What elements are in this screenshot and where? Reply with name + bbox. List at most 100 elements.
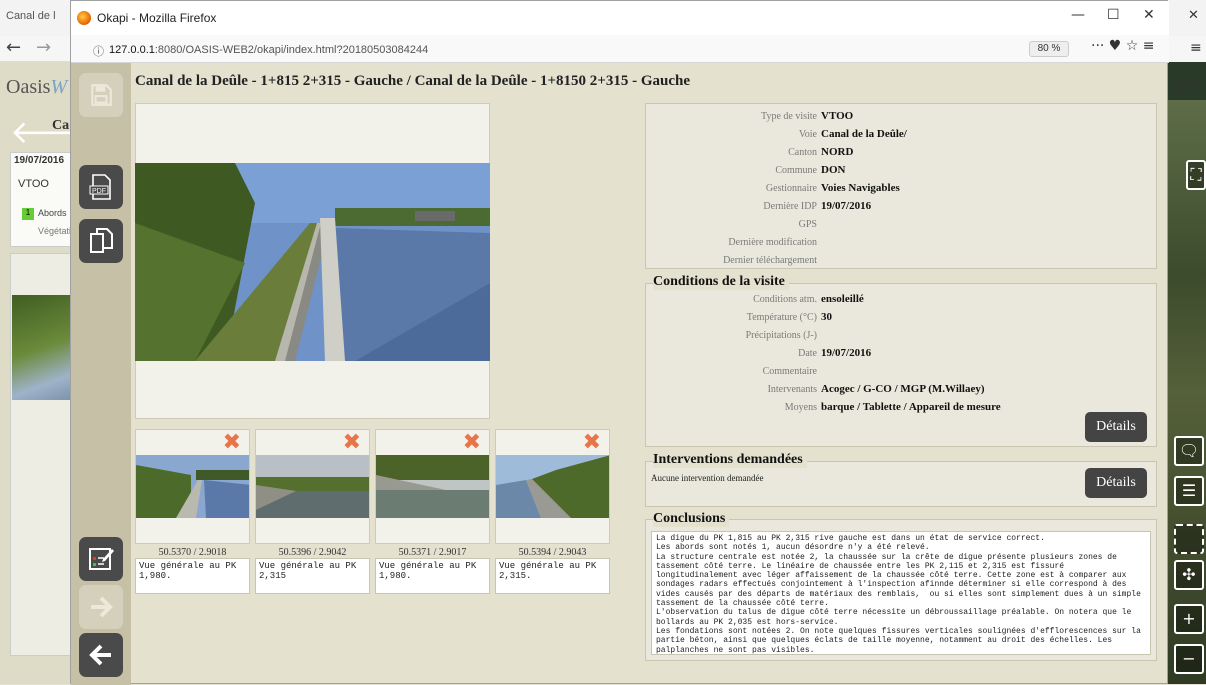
info-value-derniere-idp: 19/07/2016 <box>821 200 872 212</box>
page-info-icon[interactable]: ⓘ <box>93 43 104 59</box>
map-expand-icon[interactable]: ✣ <box>1174 560 1204 590</box>
cond-value-atm: ensoleillé <box>821 293 864 305</box>
info-label-voie: Voie <box>798 129 817 140</box>
map-comment-icon[interactable]: 🗨 <box>1174 436 1204 466</box>
thumbnail-caption-2[interactable]: Vue générale au PK 2,315 <box>255 558 370 594</box>
info-value-voie: Canal de la Deûle/ <box>821 128 907 140</box>
cond-label-precipitations: Précipitations (J-) <box>745 330 817 341</box>
thumbnail-coord-3: 50.5371 / 2.9017 <box>398 547 467 558</box>
background-card-badge: 1 <box>22 208 34 220</box>
conclusions-textarea[interactable]: La digue du PK 1,815 au PK 2,315 rive ga… <box>651 531 1151 655</box>
thumbnail-coord-2: 50.5396 / 2.9042 <box>278 547 347 558</box>
close-icon[interactable]: ✕ <box>1188 8 1199 23</box>
pdf-button[interactable]: PDF <box>79 165 123 209</box>
url-path: :8080/OASIS-WEB2/okapi/index.html?201805… <box>154 44 429 56</box>
background-logo: OasisW <box>6 76 67 99</box>
back-arrow-icon[interactable]: ← <box>6 37 21 58</box>
map-list-icon[interactable]: ☰ <box>1174 476 1204 506</box>
delete-icon[interactable]: ✖ <box>583 430 601 455</box>
cond-label-temperature: Température (°C) <box>746 312 817 323</box>
url-host: 127.0.0.1 <box>109 44 155 56</box>
copy-icon <box>90 228 113 253</box>
forward-button[interactable] <box>79 585 123 629</box>
pdf-icon: PDF <box>89 174 111 200</box>
delete-icon[interactable]: ✖ <box>223 430 241 455</box>
background-card-item1: Abords <box>38 208 67 218</box>
thumbnail-image <box>256 455 369 518</box>
map-zoom-in-icon[interactable]: + <box>1174 604 1204 634</box>
thumbnail-3[interactable]: ✖ <box>375 429 490 544</box>
map-fullscreen-icon[interactable]: ⛶ <box>1186 160 1206 190</box>
canal-photo-image <box>135 163 490 361</box>
thumbnail-coord-4: 50.5394 / 2.9043 <box>518 547 587 558</box>
cond-value-moyens: barque / Tablette / Appareil de mesure <box>821 401 1001 413</box>
edit-checklist-icon <box>89 548 114 570</box>
main-photo[interactable] <box>135 163 490 361</box>
background-tab[interactable]: Canal de l <box>6 10 56 22</box>
address-bar: ⓘ 127.0.0.1:8080/OASIS-WEB2/okapi/index.… <box>71 35 1169 63</box>
zoom-indicator[interactable]: 80 % <box>1029 41 1069 57</box>
conditions-panel <box>645 283 1157 447</box>
minimize-icon[interactable]: — <box>1071 7 1085 23</box>
thumbnail-caption-3[interactable]: Vue générale au PK 1,980. <box>375 558 490 594</box>
cond-label-date: Date <box>798 348 817 359</box>
save-icon <box>91 84 112 106</box>
firefox-logo-icon <box>77 11 91 25</box>
forward-arrow-icon[interactable]: → <box>36 37 51 58</box>
interventions-details-button[interactable]: Détails <box>1085 468 1147 498</box>
info-label-derniere-modification: Dernière modification <box>728 237 817 248</box>
background-title-fragment: Ca <box>52 118 70 133</box>
thumbnail-coord-1: 50.5370 / 2.9018 <box>158 547 227 558</box>
background-photo <box>12 295 72 400</box>
maximize-icon[interactable]: ☐ <box>1107 7 1120 23</box>
thumbnail-caption-4[interactable]: Vue générale au PK 2,315. <box>495 558 610 594</box>
thumbnail-image <box>136 455 249 518</box>
menu-icon[interactable]: ≡ <box>1190 40 1202 56</box>
cond-value-intervenants: Acogec / G-CO / MGP (M.Willaey) <box>821 383 985 395</box>
background-right-text-value: jjw <box>1176 74 1194 90</box>
background-right-nav: ≡ <box>1168 36 1206 62</box>
thumbnail-2[interactable]: ✖ <box>255 429 370 544</box>
conditions-details-button[interactable]: Détails <box>1085 412 1147 442</box>
background-right-text: jjw× <box>1176 70 1201 90</box>
info-label-dernier-telechargement: Dernier téléchargement <box>723 255 817 266</box>
info-value-type: VTOO <box>821 110 854 122</box>
info-label-type: Type de visite <box>761 111 817 122</box>
cond-label-moyens: Moyens <box>784 402 817 413</box>
url-field[interactable]: ⓘ 127.0.0.1:8080/OASIS-WEB2/okapi/index.… <box>81 38 1081 60</box>
thumbnail-caption-1[interactable]: Vue générale au PK 1,980. <box>135 558 250 594</box>
delete-icon[interactable]: ✖ <box>463 430 481 455</box>
back-button[interactable] <box>79 633 123 677</box>
cond-value-date: 19/07/2016 <box>821 347 872 359</box>
edit-checklist-button[interactable] <box>79 537 123 581</box>
arrow-right-icon <box>91 596 113 618</box>
background-card-date: 19/07/2016 <box>14 155 65 166</box>
browser-toolbar-icons[interactable]: ··· ♥ ☆ ≡ <box>1091 38 1155 54</box>
map-select-icon[interactable] <box>1174 524 1204 554</box>
cond-value-temperature: 30 <box>821 311 832 323</box>
arrow-left-icon <box>89 644 111 666</box>
delete-icon[interactable]: ✖ <box>343 430 361 455</box>
url-text: 127.0.0.1:8080/OASIS-WEB2/okapi/index.ht… <box>109 44 428 56</box>
thumbnail-image <box>496 455 609 518</box>
logo-suffix: W <box>50 76 68 98</box>
save-button[interactable] <box>79 73 123 117</box>
background-tab-label: Canal de l <box>6 10 56 22</box>
logo-prefix: Oasis <box>6 76 51 98</box>
copy-button[interactable] <box>79 219 123 263</box>
page-title: Canal de la Deûle - 1+815 2+315 - Gauche… <box>135 73 691 89</box>
close-window-icon[interactable]: ✕ <box>1143 7 1155 23</box>
info-label-gps: GPS <box>798 219 817 230</box>
window-titlebar: Okapi - Mozilla Firefox — ☐ ✕ <box>71 1 1169 35</box>
info-value-gestionnaire: Voies Navigables <box>821 182 900 194</box>
thumbnail-4[interactable]: ✖ <box>495 429 610 544</box>
info-value-commune: DON <box>821 164 846 176</box>
cond-label-intervenants: Intervenants <box>767 384 817 395</box>
info-label-derniere-idp: Dernière IDP <box>763 201 817 212</box>
thumbnail-1[interactable]: ✖ <box>135 429 250 544</box>
map-zoom-out-icon[interactable]: − <box>1174 644 1204 674</box>
app-sidebar: PDF <box>71 63 131 685</box>
pdf-label: PDF <box>92 188 106 195</box>
background-card-type: VTOO <box>18 178 49 190</box>
window-title: Okapi - Mozilla Firefox <box>97 11 217 25</box>
